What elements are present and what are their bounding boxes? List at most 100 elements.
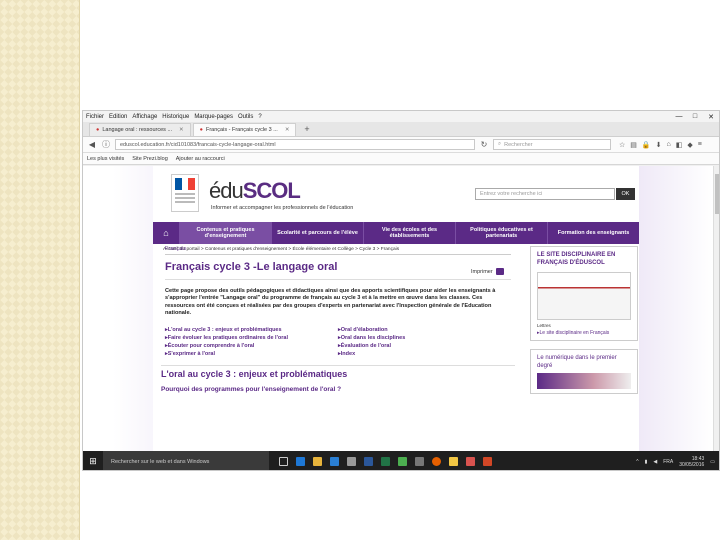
nav-vie-ecoles[interactable]: Vie des écoles et des établissements xyxy=(363,222,455,244)
bookmark-add-shortcut[interactable]: Ajouter au raccourci xyxy=(176,156,225,162)
reading-list-icon[interactable]: ▤ xyxy=(630,141,637,149)
print-button[interactable]: Imprimer xyxy=(471,268,504,275)
search-icon: ⌕ xyxy=(498,141,502,147)
close-tab-icon[interactable]: ✕ xyxy=(179,127,184,133)
windows-start-icon[interactable]: ⊞ xyxy=(83,456,103,467)
page-background-right xyxy=(639,166,713,451)
taskbar-apps xyxy=(279,457,492,466)
word-icon[interactable] xyxy=(364,457,373,466)
site-preview-thumbnail[interactable] xyxy=(537,272,631,320)
new-tab-button[interactable]: + xyxy=(298,123,315,136)
clock[interactable]: 18:43 30/05/2016 xyxy=(679,456,704,468)
web-viewport: éduSCOL Informer et accompagner les prof… xyxy=(83,166,719,451)
menu-file[interactable]: Fichier xyxy=(86,114,104,120)
tab-francais-cycle3[interactable]: ● Français - Français cycle 3 ... ✕ xyxy=(192,123,297,136)
scrollbar-thumb[interactable] xyxy=(715,174,719,214)
tab-label: Langage oral : ressources ... xyxy=(102,127,173,133)
section-links: L'oral au cycle 3 : enjeux et problémati… xyxy=(165,327,511,357)
extension-icon[interactable]: ◆ xyxy=(687,141,692,149)
lock-icon[interactable]: 🔒 xyxy=(642,141,651,149)
link-evaluation[interactable]: Évaluation de l'oral xyxy=(338,343,511,349)
menu-bookmarks[interactable]: Marque-pages xyxy=(194,114,233,120)
nav-scolarite[interactable]: Scolarité et parcours de l'élève xyxy=(271,222,363,244)
file-explorer-icon[interactable] xyxy=(313,457,322,466)
link-enjeux[interactable]: L'oral au cycle 3 : enjeux et problémati… xyxy=(165,327,338,333)
nav-politiques[interactable]: Politiques éducatives et partenariats xyxy=(455,222,547,244)
menu-bar: Fichier Edition Affichage Historique Mar… xyxy=(83,111,719,122)
star-icon[interactable]: ☆ xyxy=(619,141,625,149)
menu-view[interactable]: Affichage xyxy=(132,114,157,120)
back-icon[interactable]: ◀ xyxy=(87,140,97,149)
link-pratiques[interactable]: Faire évoluer les pratiques ordinaires d… xyxy=(165,335,338,341)
link-oral-disciplines[interactable]: Oral dans les disciplines xyxy=(338,335,511,341)
close-window-button[interactable]: ✕ xyxy=(703,113,719,121)
favicon-icon: ● xyxy=(199,127,203,133)
menu-edit[interactable]: Edition xyxy=(109,114,127,120)
nav-contenus[interactable]: Contenus et pratiques d'enseignement xyxy=(179,222,271,244)
photos-icon[interactable] xyxy=(466,457,475,466)
window-controls: — □ ✕ xyxy=(671,113,719,121)
page-title: Français cycle 3 -Le langage oral xyxy=(165,261,338,273)
site-tagline: Informer et accompagner les professionne… xyxy=(211,205,354,211)
subject-label: Français xyxy=(165,246,511,255)
sidebar-box-title: Le numérique dans le premier degré xyxy=(537,355,617,369)
language-indicator[interactable]: FRA xyxy=(663,459,673,465)
home-icon[interactable]: ⌂ xyxy=(667,141,671,149)
notifications-icon[interactable]: ▭ xyxy=(710,459,715,465)
intro-text: Cette page propose des outils pédagogiqu… xyxy=(165,288,496,316)
maps-icon[interactable] xyxy=(398,457,407,466)
download-icon[interactable]: ⬇ xyxy=(656,141,662,149)
nav-formation[interactable]: Formation des enseignants xyxy=(547,222,639,244)
link-exprimer[interactable]: S'exprimer à l'oral xyxy=(165,351,338,357)
close-tab-icon[interactable]: ✕ xyxy=(285,127,290,133)
maximize-button[interactable]: □ xyxy=(687,113,703,121)
bookmark-most-visited[interactable]: Les plus visités xyxy=(87,156,124,162)
home-icon[interactable]: ⌂ xyxy=(153,222,179,244)
app-icon[interactable] xyxy=(415,457,424,466)
browser-search-field[interactable]: ⌕ Rechercher xyxy=(493,139,611,150)
tab-bar: ● Langage oral : ressources ... ✕ ● Fran… xyxy=(83,122,719,137)
menu-history[interactable]: Historique xyxy=(162,114,189,120)
decorative-border xyxy=(0,0,80,540)
site-disciplinaire-link[interactable]: Le site disciplinaire en Français xyxy=(537,330,631,336)
numerique-thumbnail[interactable] xyxy=(537,373,631,389)
link-oral-elaboration[interactable]: Oral d'élaboration xyxy=(338,327,511,333)
bookmark-prezi[interactable]: Site Prezi.blog xyxy=(132,156,167,162)
notes-icon[interactable] xyxy=(449,457,458,466)
eduscol-logo[interactable]: éduSCOL xyxy=(209,178,301,204)
volume-icon[interactable]: ◀ xyxy=(653,459,657,465)
hamburger-menu-icon[interactable]: ≡ xyxy=(698,141,702,149)
menu-help[interactable]: ? xyxy=(258,114,261,120)
firefox-icon[interactable] xyxy=(432,457,441,466)
printer-icon xyxy=(495,268,504,275)
favicon-icon: ● xyxy=(96,127,100,133)
republique-francaise-logo-icon xyxy=(171,174,199,212)
info-icon[interactable]: ⓘ xyxy=(101,139,111,150)
reload-icon[interactable]: ↻ xyxy=(479,140,489,149)
taskbar-search[interactable]: Rechercher sur le web et dans Windows xyxy=(103,451,269,470)
sidebar-box-site-disciplinaire: LE SITE DISCIPLINAIRE EN FRANÇAIS D'ÉDUS… xyxy=(530,246,638,341)
network-icon[interactable]: ▮ xyxy=(645,459,648,465)
bookmarks-bar: Les plus visités Site Prezi.blog Ajouter… xyxy=(83,153,719,165)
excel-icon[interactable] xyxy=(381,457,390,466)
tab-langage-oral[interactable]: ● Langage oral : ressources ... ✕ xyxy=(89,123,191,136)
powerpoint-icon[interactable] xyxy=(483,457,492,466)
vertical-scrollbar[interactable] xyxy=(713,166,719,451)
edge-icon[interactable] xyxy=(296,457,305,466)
settings-icon[interactable] xyxy=(347,457,356,466)
tab-label: Français - Français cycle 3 ... xyxy=(205,127,278,133)
url-bar[interactable]: eduscol.education.fr/cid101083/francais-… xyxy=(115,139,475,150)
up-arrow-icon[interactable]: ^ xyxy=(636,459,638,465)
site-search-input[interactable]: Entrez votre recherche ici xyxy=(475,188,615,200)
minimize-button[interactable]: — xyxy=(671,113,687,121)
sidebar: LE SITE DISCIPLINAIRE EN FRANÇAIS D'ÉDUS… xyxy=(530,246,638,402)
task-view-icon[interactable] xyxy=(279,457,288,466)
menu-tools[interactable]: Outils xyxy=(238,114,253,120)
link-index[interactable]: Index xyxy=(338,351,511,357)
section-subheading: Pourquoi des programmes pour l'enseignem… xyxy=(161,386,342,394)
pocket-icon[interactable]: ◧ xyxy=(676,141,683,149)
site-search-button[interactable]: OK xyxy=(616,188,635,200)
logo-text-bold: SCOL xyxy=(242,178,301,203)
store-icon[interactable] xyxy=(330,457,339,466)
link-ecouter[interactable]: Écouter pour comprendre à l'oral xyxy=(165,343,338,349)
